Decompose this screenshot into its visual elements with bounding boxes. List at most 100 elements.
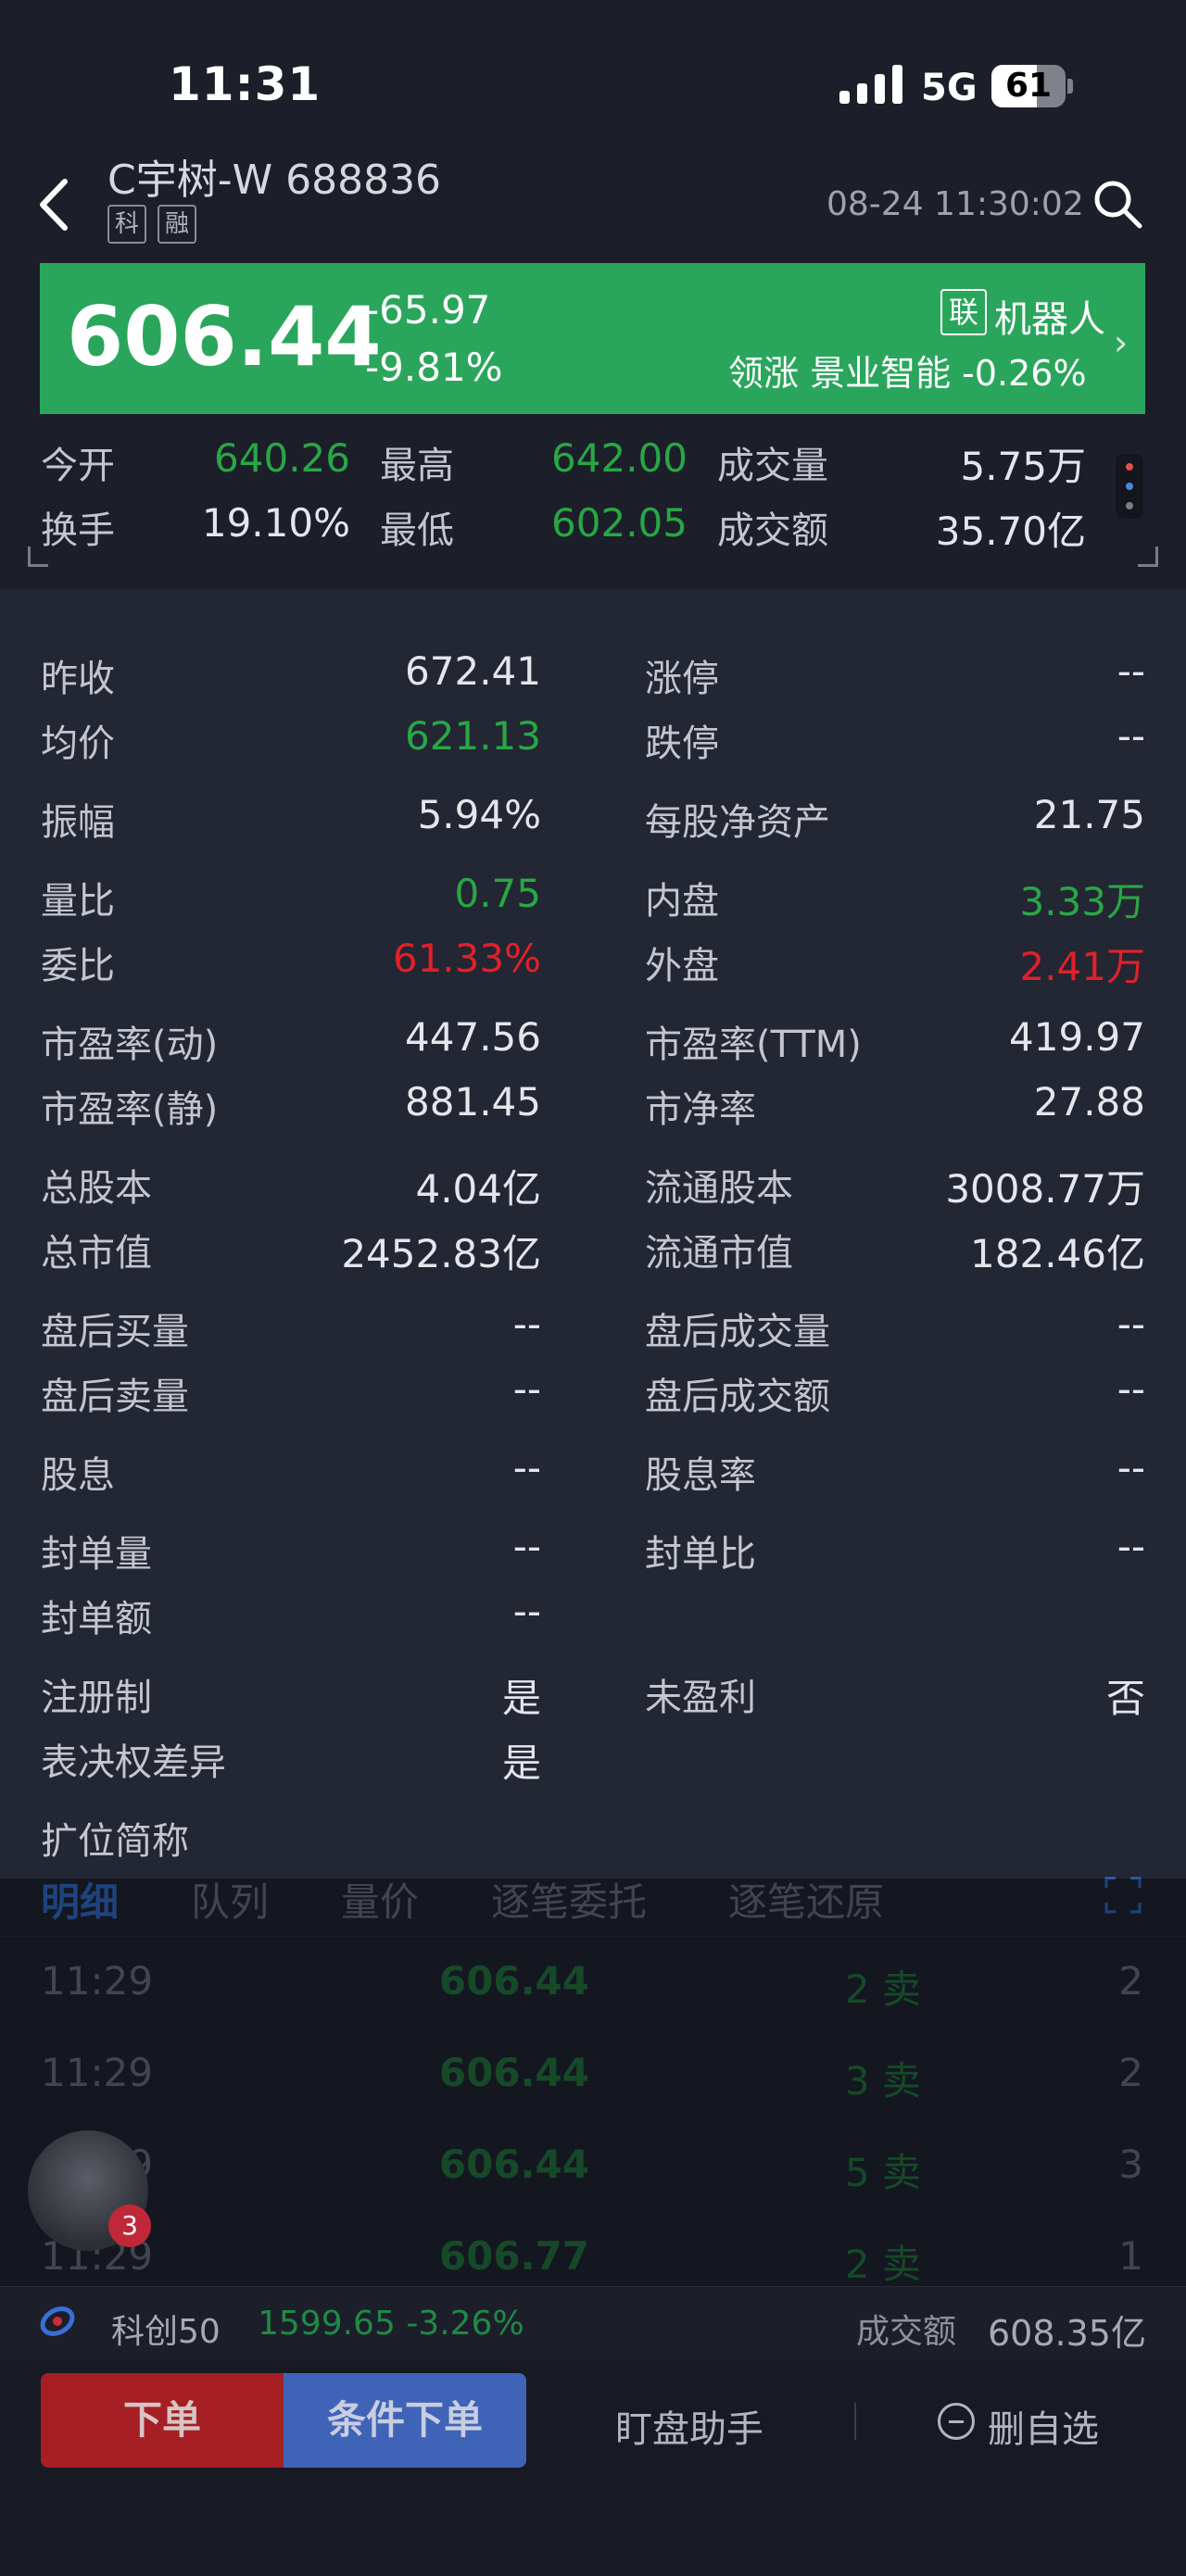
detail-value: 0.75 <box>454 871 541 916</box>
detail-value: -- <box>512 1366 541 1412</box>
detail-label: 昨收 <box>41 658 115 700</box>
concept-leader: 领涨 景业智能 -0.26% <box>728 353 1087 394</box>
detail-label: 盘后买量 <box>41 1311 189 1353</box>
detail-value: 27.88 <box>1033 1079 1145 1125</box>
detail-label: 未盈利 <box>645 1677 756 1719</box>
star-market-tag: 科 <box>107 205 146 244</box>
detail-value: 447.56 <box>405 1014 541 1060</box>
detail-label: 市净率 <box>645 1088 756 1131</box>
detail-label: 封单比 <box>645 1533 756 1576</box>
detail-label: 盘后成交量 <box>645 1311 830 1353</box>
detail-value: -- <box>1117 1366 1145 1412</box>
detail-value: 419.97 <box>1009 1014 1145 1060</box>
detail-value: 否 <box>1105 1676 1145 1721</box>
detail-label: 注册制 <box>41 1677 152 1719</box>
summary-value: 19.10% <box>201 500 350 546</box>
detail-value: -- <box>512 1524 541 1569</box>
detail-label: 流通市值 <box>645 1232 793 1275</box>
detail-label: 表决权差异 <box>41 1741 226 1784</box>
detail-value: 5.94% <box>417 792 541 837</box>
more-dots-icon[interactable] <box>1116 454 1143 519</box>
summary-value: 640.26 <box>214 435 350 481</box>
margin-tag: 融 <box>158 205 196 244</box>
collapse-corner-right <box>1138 547 1158 567</box>
remove-watchlist-button[interactable]: 删自选 <box>988 2399 1099 2453</box>
detail-value: 2452.83亿 <box>341 1231 541 1276</box>
summary-label: 换手 <box>41 509 115 552</box>
detail-label: 股息率 <box>645 1454 756 1497</box>
detail-value: -- <box>1117 1301 1145 1347</box>
detail-value: -- <box>512 1445 541 1490</box>
detail-label: 涨停 <box>645 658 719 700</box>
detail-label: 均价 <box>41 723 115 765</box>
place-order-button[interactable]: 下单 <box>41 2373 284 2468</box>
monitor-assistant-button[interactable]: 盯盘助手 <box>615 2399 763 2453</box>
collapse-corner-left <box>28 547 48 567</box>
detail-label: 扩位简称 <box>41 1820 189 1863</box>
detail-value: 182.46亿 <box>970 1231 1145 1276</box>
battery-level: 61 <box>1004 67 1053 105</box>
stock-title: C宇树-W 688836 <box>107 157 442 204</box>
detail-value: 3008.77万 <box>945 1166 1145 1212</box>
index-name: 科创50 <box>111 2313 221 2351</box>
detail-value: -- <box>1117 648 1145 694</box>
chevron-right-icon[interactable]: › <box>1114 322 1128 363</box>
summary-value: 5.75万 <box>960 444 1086 489</box>
detail-value: 621.13 <box>405 713 541 759</box>
detail-label: 市盈率(动) <box>41 1024 219 1066</box>
detail-label: 每股净资产 <box>645 801 830 844</box>
conditional-order-button[interactable]: 条件下单 <box>284 2373 526 2468</box>
detail-label: 振幅 <box>41 801 115 844</box>
detail-label: 总股本 <box>41 1167 152 1210</box>
detail-value: -- <box>512 1301 541 1347</box>
detail-label: 盘后卖量 <box>41 1376 189 1418</box>
index-amount-label: 成交额 <box>856 2313 957 2351</box>
price-change-pct: -9.81% <box>365 345 503 390</box>
detail-value: 672.41 <box>405 648 541 694</box>
status-time: 11:31 <box>169 57 322 111</box>
star-index-logo-icon <box>39 2303 76 2340</box>
summary-value: 642.00 <box>551 435 688 481</box>
detail-value: 2.41万 <box>1019 944 1145 989</box>
detail-label: 市盈率(静) <box>41 1088 219 1131</box>
current-price: 606.44 <box>67 289 382 384</box>
summary-value: 602.05 <box>551 500 688 546</box>
dim-overlay <box>0 1879 1186 2286</box>
home-indicator-area <box>0 2482 1186 2576</box>
price-change: -65.97 <box>365 287 491 333</box>
index-amount: 608.35亿 <box>988 2313 1146 2354</box>
summary-label: 最高 <box>380 445 454 487</box>
network-label: 5G <box>921 67 978 109</box>
summary-label: 最低 <box>380 509 454 552</box>
detail-value: -- <box>1117 1524 1145 1569</box>
detail-value: -- <box>512 1589 541 1634</box>
detail-value: -- <box>1117 713 1145 759</box>
detail-value: 61.33% <box>392 936 541 981</box>
summary-value: 35.70亿 <box>935 509 1086 554</box>
quote-datetime: 08-24 11:30:02 <box>826 185 1084 223</box>
back-arrow-icon[interactable] <box>35 176 72 233</box>
toolbar-divider <box>854 2403 856 2440</box>
detail-label: 流通股本 <box>645 1167 793 1210</box>
assistant-badge: 3 <box>108 2205 151 2247</box>
concept-name[interactable]: 机器人 <box>994 289 1105 343</box>
detail-label: 封单额 <box>41 1598 152 1640</box>
detail-value: -- <box>1117 1445 1145 1490</box>
detail-value: 21.75 <box>1033 792 1145 837</box>
summary-label: 成交量 <box>717 445 828 487</box>
search-icon[interactable] <box>1091 178 1143 230</box>
detail-label: 市盈率(TTM) <box>645 1024 862 1066</box>
detail-value: 是 <box>501 1676 541 1721</box>
summary-label: 今开 <box>41 445 115 487</box>
detail-label: 委比 <box>41 945 115 987</box>
detail-label: 封单量 <box>41 1533 152 1576</box>
remove-circle-icon[interactable] <box>938 2403 975 2440</box>
concept-tag: 联 <box>940 289 987 335</box>
detail-value: 4.04亿 <box>415 1166 541 1212</box>
detail-value: 3.33万 <box>1019 879 1145 924</box>
detail-value: 881.45 <box>405 1079 541 1125</box>
summary-label: 成交额 <box>717 509 828 552</box>
detail-label: 量比 <box>41 880 115 923</box>
index-value: 1599.65 -3.26% <box>258 2305 524 2343</box>
detail-label: 外盘 <box>645 945 719 987</box>
